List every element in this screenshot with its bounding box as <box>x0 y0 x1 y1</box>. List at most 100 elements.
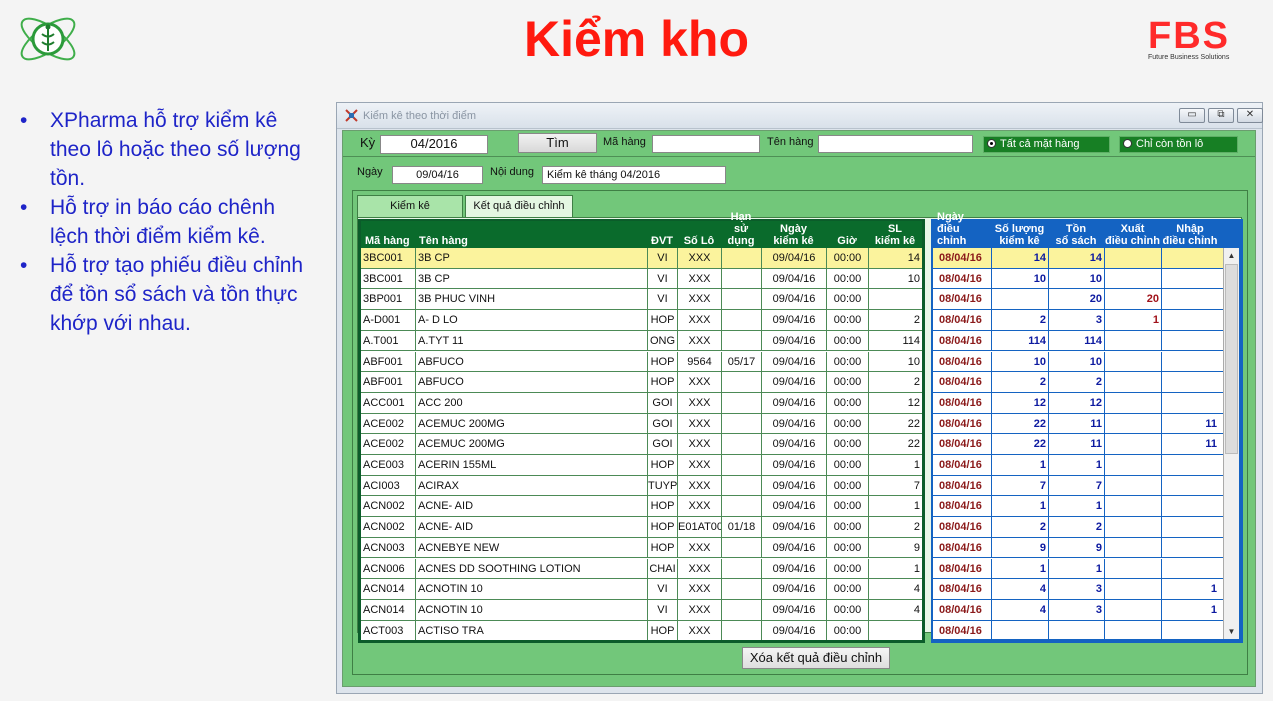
cell-lo[interactable]: E01AT009 <box>677 517 721 537</box>
cell-gio[interactable]: 00:00 <box>826 248 868 268</box>
cell-dvt[interactable]: VI <box>647 599 677 620</box>
inventory-table-row[interactable]: A-D001 A- D LO HOP XXX 09/04/16 00:00 2 <box>361 310 922 331</box>
cell-han[interactable] <box>721 413 761 434</box>
cell-dc_nhap[interactable]: 1 <box>1161 579 1219 599</box>
inventory-table-row[interactable]: ACE002 ACEMUC 200MG GOI XXX 09/04/16 00:00 22 <box>361 434 922 455</box>
l-col-header-ngay[interactable]: Ngày kiểm kê <box>761 221 826 248</box>
cell-gio[interactable]: 00:00 <box>826 620 868 640</box>
restore-button[interactable]: ⧉ <box>1208 108 1234 123</box>
cell-lo[interactable]: XXX <box>677 413 721 434</box>
cell-ma[interactable]: 3BC001 <box>361 269 415 289</box>
cell-dvt[interactable]: VI <box>647 579 677 599</box>
cell-dc_nhap[interactable] <box>1161 475 1219 496</box>
cell-dvt[interactable]: HOP <box>647 620 677 640</box>
l-col-header-gio[interactable]: Giờ <box>826 221 868 248</box>
cell-sl[interactable]: 2 <box>868 372 922 392</box>
cell-dc_ngay[interactable]: 08/04/16 <box>933 248 991 268</box>
cell-dc_kk[interactable]: 1 <box>991 558 1048 579</box>
cell-dc_xuat[interactable] <box>1104 537 1161 558</box>
scroll-up-icon[interactable]: ▲ <box>1224 248 1239 263</box>
cell-sl[interactable]: 7 <box>868 475 922 496</box>
cell-ma[interactable]: ACN006 <box>361 559 415 579</box>
noi-dung-input[interactable]: Kiểm kê tháng 04/2016 <box>542 166 726 184</box>
cell-ten[interactable]: ACNES DD SOOTHING LOTION <box>415 558 647 579</box>
cell-lo[interactable]: XXX <box>677 579 721 599</box>
cell-ngay[interactable]: 09/04/16 <box>761 620 826 640</box>
cell-dc_ton[interactable]: 11 <box>1048 413 1104 434</box>
cell-ten[interactable]: 3B CP <box>415 268 647 289</box>
l-col-header-ten[interactable]: Tên hàng <box>415 221 647 248</box>
cell-dc_ngay[interactable]: 08/04/16 <box>933 289 991 309</box>
cell-lo[interactable]: XXX <box>677 289 721 310</box>
cell-dc_ngay[interactable]: 08/04/16 <box>933 579 991 599</box>
ngay-input[interactable]: 09/04/16 <box>392 166 483 184</box>
cell-dvt[interactable]: HOP <box>647 351 677 372</box>
inventory-table-row[interactable]: ACN002ACNE- AIDHOPE01AT00901/1809/04/160… <box>361 517 922 538</box>
adjustment-table-row[interactable]: 08/04/16 22 11 11 <box>933 413 1223 435</box>
cell-ma[interactable]: ACE003 <box>361 455 415 475</box>
cell-dc_ton[interactable]: 3 <box>1048 579 1104 599</box>
adjustment-table-row[interactable]: 08/04/16 1 1 <box>933 455 1223 476</box>
cell-ma[interactable]: ABF001 <box>361 352 415 372</box>
cell-dc_nhap[interactable] <box>1161 289 1219 310</box>
cell-dc_xuat[interactable] <box>1104 579 1161 599</box>
cell-ma[interactable]: ACN014 <box>361 600 415 620</box>
cell-sl[interactable]: 114 <box>868 330 922 351</box>
cell-sl[interactable]: 9 <box>868 537 922 558</box>
l-col-header-lo[interactable]: Số Lô <box>677 221 721 248</box>
adjustment-table-row[interactable]: 08/04/16 1 1 <box>933 558 1223 580</box>
cell-ma[interactable]: 3BC001 <box>361 248 415 268</box>
cell-han[interactable] <box>721 599 761 620</box>
cell-dc_ngay[interactable]: 08/04/16 <box>933 559 991 579</box>
cell-han[interactable] <box>721 372 761 392</box>
cell-dc_kk[interactable]: 114 <box>991 330 1048 351</box>
cell-dc_kk[interactable]: 4 <box>991 579 1048 599</box>
cell-ngay[interactable]: 09/04/16 <box>761 475 826 496</box>
cell-ten[interactable]: 3B PHUC VINH <box>415 289 647 310</box>
cell-ngay[interactable]: 09/04/16 <box>761 579 826 599</box>
cell-dc_ngay[interactable]: 08/04/16 <box>933 476 991 496</box>
cell-ten[interactable]: ACNE- AID <box>415 517 647 537</box>
cell-ma[interactable]: ACN014 <box>361 579 415 599</box>
cell-dc_ton[interactable]: 11 <box>1048 434 1104 454</box>
cell-ten[interactable]: ACNEBYE NEW <box>415 537 647 558</box>
cell-ngay[interactable]: 09/04/16 <box>761 537 826 558</box>
tab-ket-qua-dieu-chinh[interactable]: Kết quả điều chỉnh <box>465 195 573 217</box>
cell-dvt[interactable]: GOI <box>647 413 677 434</box>
cell-ma[interactable]: ACN002 <box>361 517 415 537</box>
adjustment-table-row[interactable]: 08/04/16 12 12 <box>933 392 1223 414</box>
cell-dc_kk[interactable]: 10 <box>991 268 1048 289</box>
adjustment-table-row[interactable]: 08/04/16 <box>933 620 1223 639</box>
inventory-table-row[interactable]: ABF001 ABFUCO HOP XXX 09/04/16 00:00 2 <box>361 372 922 393</box>
cell-ngay[interactable]: 09/04/16 <box>761 599 826 620</box>
tim-button[interactable]: Tìm <box>518 133 597 153</box>
cell-dc_ngay[interactable]: 08/04/16 <box>933 600 991 620</box>
cell-gio[interactable]: 00:00 <box>826 496 868 517</box>
cell-dc_ngay[interactable]: 08/04/16 <box>933 455 991 475</box>
cell-han[interactable] <box>721 434 761 454</box>
cell-dc_nhap[interactable] <box>1161 620 1219 639</box>
cell-dvt[interactable]: GOI <box>647 392 677 413</box>
cell-dc_ton[interactable]: 1 <box>1048 496 1104 517</box>
cell-ten[interactable]: ABFUCO <box>415 351 647 372</box>
cell-dc_kk[interactable]: 2 <box>991 310 1048 330</box>
ma-hang-input[interactable] <box>652 135 760 153</box>
cell-dc_ngay[interactable]: 08/04/16 <box>933 331 991 351</box>
adjustment-table-row[interactable]: 08/04/16 2 2 <box>933 517 1223 538</box>
cell-han[interactable] <box>721 579 761 599</box>
cell-lo[interactable]: XXX <box>677 599 721 620</box>
cell-dc_ton[interactable]: 12 <box>1048 392 1104 413</box>
cell-dc_ngay[interactable]: 08/04/16 <box>933 310 991 330</box>
cell-dc_nhap[interactable] <box>1161 330 1219 351</box>
cell-sl[interactable]: 1 <box>868 558 922 579</box>
cell-gio[interactable]: 00:00 <box>826 475 868 496</box>
adjustment-table-row[interactable]: 08/04/16 4 3 1 <box>933 599 1223 621</box>
inventory-table-row[interactable]: 3BP001 3B PHUC VINH VI XXX 09/04/16 00:00 <box>361 289 922 311</box>
adjustment-table-row[interactable]: 08/04/16 10 10 <box>933 351 1223 373</box>
inventory-table-row[interactable]: A.T001 A.TYT 11 ONG XXX 09/04/16 00:00 114 <box>361 330 922 352</box>
cell-dc_ngay[interactable]: 08/04/16 <box>933 414 991 434</box>
adjustment-table-row[interactable]: 08/04/16 4 3 1 <box>933 579 1223 600</box>
cell-dvt[interactable]: HOP <box>647 517 677 537</box>
cell-gio[interactable]: 00:00 <box>826 289 868 310</box>
cell-han[interactable]: 01/18 <box>721 517 761 537</box>
